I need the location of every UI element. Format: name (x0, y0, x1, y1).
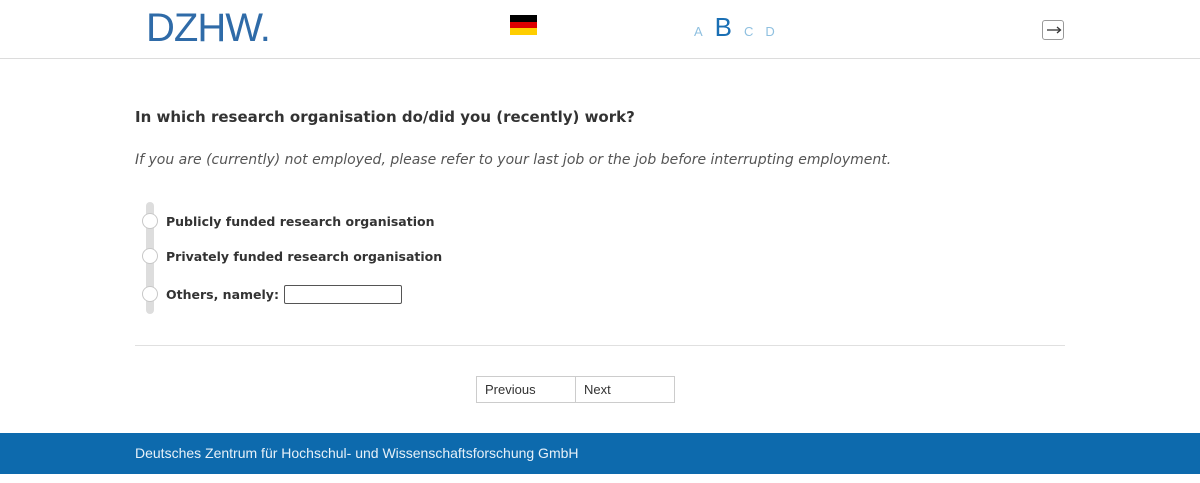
radio-privately-funded[interactable] (142, 248, 158, 264)
footer: Deutsches Zentrum für Hochschul- und Wis… (0, 433, 1200, 474)
option-publicly-funded[interactable]: Publicly funded research organisation (142, 212, 435, 230)
others-text-input[interactable] (283, 284, 402, 304)
option-others[interactable]: Others, namely: (142, 284, 402, 304)
instruction-text: If you are (currently) not employed, ple… (135, 152, 892, 168)
navigation-buttons: Previous Next (476, 376, 675, 403)
option-label: Privately funded research organisation (166, 248, 443, 264)
next-button[interactable]: Next (576, 376, 675, 403)
dzhw-logo: DZHW. (146, 6, 271, 50)
step-a: A (694, 24, 703, 39)
step-d: D (765, 24, 775, 39)
option-label: Others, namely: (166, 286, 279, 302)
step-c: C (744, 24, 754, 39)
radio-others[interactable] (142, 286, 158, 302)
divider (135, 345, 1065, 346)
header: DZHW. A B C D (0, 0, 1200, 59)
option-label: Publicly funded research organisation (166, 213, 435, 229)
question-text: In which research organisation do/did yo… (135, 108, 635, 126)
logout-button[interactable] (1042, 20, 1064, 40)
radio-option-group: Publicly funded research organisation Pr… (142, 202, 542, 314)
step-b-active: B (714, 12, 733, 42)
radio-publicly-funded[interactable] (142, 213, 158, 229)
footer-text: Deutsches Zentrum für Hochschul- und Wis… (135, 445, 579, 461)
logout-icon (1047, 26, 1062, 34)
option-privately-funded[interactable]: Privately funded research organisation (142, 247, 442, 265)
previous-button[interactable]: Previous (476, 376, 576, 403)
progress-steps: A B C D (694, 10, 787, 42)
german-flag-icon[interactable] (510, 15, 537, 36)
